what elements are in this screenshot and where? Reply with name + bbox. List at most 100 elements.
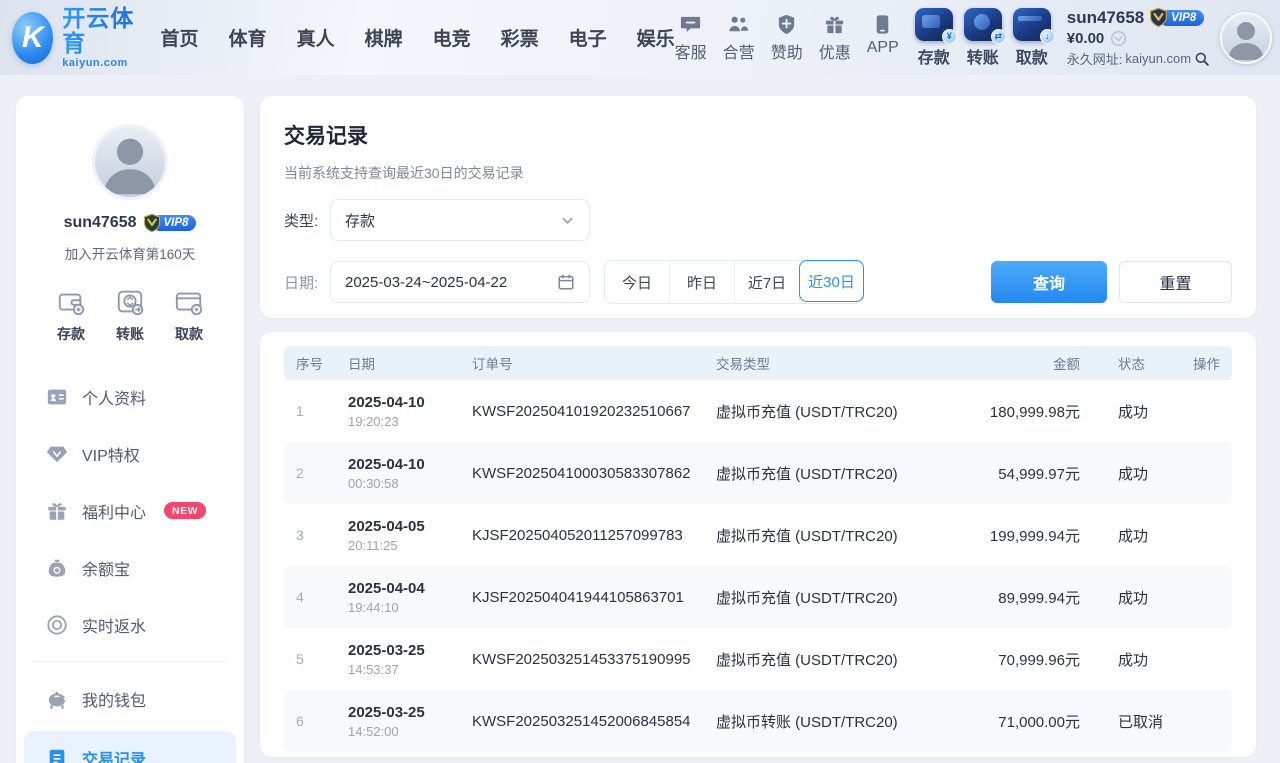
kaiyun-logo[interactable]: K 开云体育 kaiyun.com — [12, 6, 139, 68]
sidebar-item-yuebao[interactable]: 余额宝 — [16, 539, 244, 596]
quick-withdraw-button[interactable]: 取款 — [174, 287, 204, 344]
sidebar-item-wallet[interactable]: 我的钱包 — [16, 670, 244, 727]
profile-section: sun47658 VIP8 加入开云体育第160天 — [16, 96, 244, 263]
range-30days-button[interactable]: 近30日 — [799, 260, 864, 302]
vip-badge: VIP8 — [1148, 7, 1204, 28]
header-deposit-button[interactable]: ¥ 存款 — [915, 8, 953, 68]
table-header-row: 序号 日期 订单号 交易类型 金额 状态 操作 — [284, 346, 1232, 380]
sponsor-icon — [775, 13, 798, 36]
quick-transfer-button[interactable]: 转账 — [115, 287, 145, 344]
site-url: kaiyun.com — [1125, 51, 1191, 66]
date-range-value: 2025-03-24~2025-04-22 — [345, 274, 557, 291]
deposit-wallet-icon — [56, 287, 86, 317]
nav-item-sports[interactable]: 体育 — [229, 24, 267, 51]
sidebar-item-yuebao-label: 余额宝 — [82, 556, 130, 580]
header-transfer-button[interactable]: ⇄ 转账 — [964, 8, 1002, 68]
logo-monogram-icon: K — [12, 12, 53, 64]
nav-item-lottery[interactable]: 彩票 — [501, 24, 539, 51]
reset-button[interactable]: 重置 — [1119, 261, 1232, 303]
app-download-button[interactable]: APP — [867, 13, 899, 63]
nav-item-esports[interactable]: 电竞 — [433, 24, 471, 51]
vip-shield-icon — [1148, 7, 1169, 28]
quick-deposit-button[interactable]: 存款 — [56, 287, 86, 344]
row-status: 成功 — [1080, 401, 1176, 422]
promo-label: 优惠 — [819, 39, 851, 63]
row-index: 5 — [284, 651, 336, 667]
row-date: 2025-04-05 20:11:25 — [336, 518, 460, 553]
id-card-icon — [46, 386, 68, 408]
type-select-value: 存款 — [345, 210, 560, 231]
row-amount: 71,000.00元 — [960, 711, 1080, 732]
col-date: 日期 — [336, 353, 460, 373]
search-button[interactable]: 查询 — [991, 261, 1107, 303]
range-yesterday-button[interactable]: 昨日 — [670, 261, 735, 303]
search-icon[interactable] — [1194, 51, 1210, 67]
nav-item-home[interactable]: 首页 — [161, 24, 199, 51]
row-status: 成功 — [1080, 463, 1176, 484]
table-row: 2 2025-04-10 00:30:58 KWSF20250410003058… — [284, 442, 1232, 504]
header-user-block: sun47658 VIP8 ¥0.00 永久网址: kaiyun.com — [1067, 7, 1210, 68]
balance-amount: ¥0.00 — [1067, 30, 1105, 47]
row-date: 2025-04-04 19:44:10 — [336, 580, 460, 615]
row-index: 1 — [284, 403, 336, 419]
nav-item-slots[interactable]: 电子 — [569, 24, 607, 51]
nav-item-entertainment[interactable]: 娱乐 — [637, 24, 675, 51]
table-row: 4 2025-04-04 19:44:10 KJSF20250404194410… — [284, 566, 1232, 628]
profile-avatar[interactable] — [92, 124, 168, 200]
row-order-no: KWSF202504100030583307862 — [460, 465, 704, 482]
nav-item-chess[interactable]: 棋牌 — [365, 24, 403, 51]
date-range-input[interactable]: 2025-03-24~2025-04-22 — [330, 261, 590, 303]
sponsor-button[interactable]: 赞助 — [771, 13, 803, 63]
row-type: 虚拟币充值 (USDT/TRC20) — [704, 525, 960, 546]
row-amount: 199,999.94元 — [960, 525, 1080, 546]
nav-item-live-casino[interactable]: 真人 — [297, 24, 335, 51]
header-withdraw-button[interactable]: ↓ 取款 — [1013, 8, 1051, 68]
row-order-no: KJSF202504052011257099783 — [460, 527, 704, 544]
customer-service-button[interactable]: 客服 — [675, 13, 707, 63]
partner-button[interactable]: 合营 — [723, 13, 755, 63]
row-amount: 89,999.94元 — [960, 587, 1080, 608]
type-label: 类型: — [284, 210, 330, 231]
quick-transfer-label: 转账 — [116, 324, 144, 344]
customer-service-icon — [679, 13, 702, 36]
row-order-no: KWSF202503251452006845854 — [460, 713, 704, 730]
header-wallet-group: ¥ 存款 ⇄ 转账 ↓ 取款 — [915, 8, 1051, 68]
deposit-icon: ¥ — [915, 8, 953, 41]
header-deposit-label: 存款 — [918, 44, 950, 68]
refresh-balance-icon[interactable] — [1110, 30, 1127, 47]
row-status: 已取消 — [1080, 711, 1176, 732]
col-order: 订单号 — [460, 353, 704, 373]
sidebar: sun47658 VIP8 加入开云体育第160天 存款 转账 — [16, 96, 244, 763]
filter-card: 交易记录 当前系统支持查询最近30日的交易记录 类型: 存款 日期: 2025-… — [260, 96, 1256, 318]
page-subtitle: 当前系统支持查询最近30日的交易记录 — [284, 163, 1232, 183]
app-label: APP — [867, 39, 899, 57]
col-amount: 金额 — [960, 353, 1080, 373]
welfare-gift-icon — [46, 500, 68, 522]
quick-range-group: 今日 昨日 近7日 近30日 — [604, 260, 864, 304]
sidebar-item-vip[interactable]: VIP特权 — [16, 425, 244, 482]
type-select[interactable]: 存款 — [330, 199, 590, 241]
withdraw-card-icon — [174, 287, 204, 317]
sidebar-item-wallet-label: 我的钱包 — [82, 687, 146, 711]
range-today-button[interactable]: 今日 — [605, 261, 670, 303]
row-index: 6 — [284, 713, 336, 729]
transfer-arrows-icon — [115, 287, 145, 317]
row-amount: 70,999.96元 — [960, 649, 1080, 670]
avatar[interactable] — [1220, 12, 1272, 64]
row-type: 虚拟币转账 (USDT/TRC20) — [704, 711, 960, 732]
row-status: 成功 — [1080, 649, 1176, 670]
profile-vip-badge: VIP8 — [142, 213, 197, 233]
sidebar-item-transactions[interactable]: 交易记录 — [24, 731, 236, 763]
sidebar-item-rebate[interactable]: 实时返水 — [16, 596, 244, 653]
sidebar-item-profile[interactable]: 个人资料 — [16, 368, 244, 425]
row-date: 2025-04-10 00:30:58 — [336, 456, 460, 491]
col-action: 操作 — [1176, 353, 1232, 373]
yuebao-pouch-icon — [46, 557, 68, 579]
row-date: 2025-03-25 14:52:00 — [336, 704, 460, 739]
promo-button[interactable]: 优惠 — [819, 13, 851, 63]
piggy-wallet-icon — [46, 688, 68, 710]
range-7days-button[interactable]: 近7日 — [735, 261, 800, 303]
sidebar-item-welfare[interactable]: 福利中心 NEW — [16, 482, 244, 539]
calendar-icon — [557, 273, 575, 291]
row-status: 成功 — [1080, 525, 1176, 546]
